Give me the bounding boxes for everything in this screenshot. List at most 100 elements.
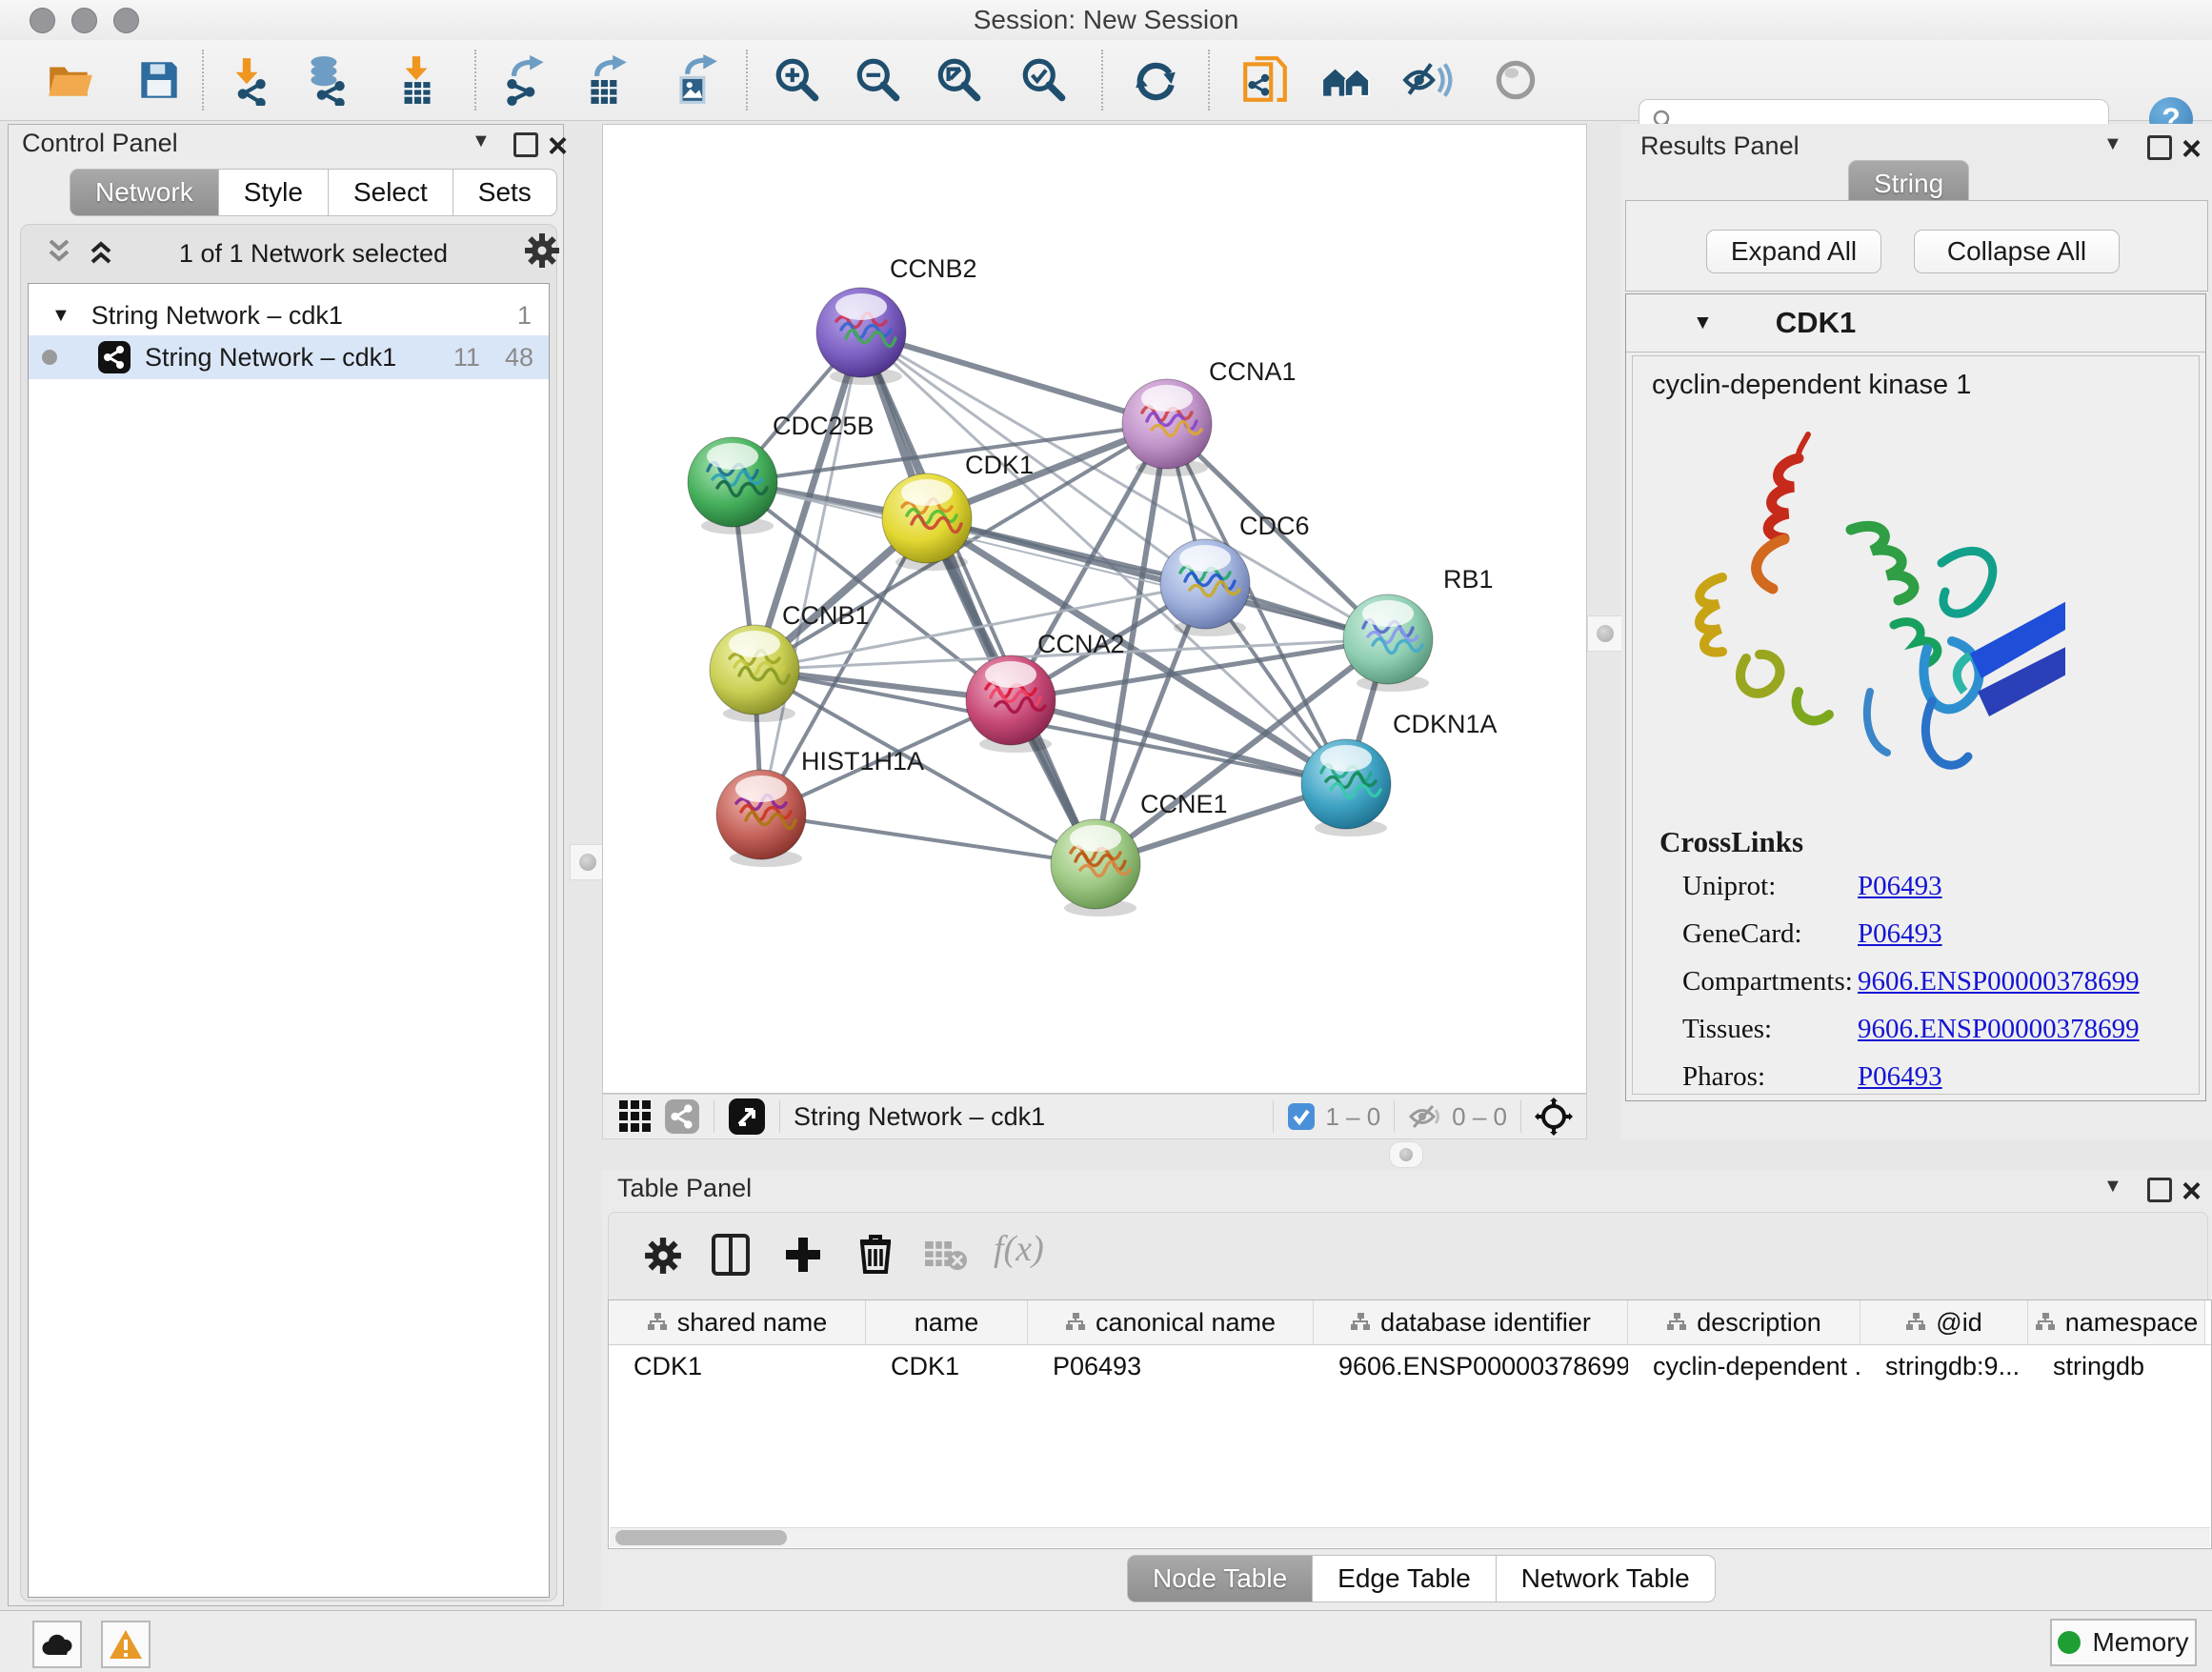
left-splitter-handle[interactable] [570, 844, 606, 880]
column-header-database-identifier[interactable]: database identifier [1314, 1300, 1628, 1344]
expand-all-chevron-icon[interactable] [85, 233, 117, 270]
table-cell[interactable]: 9606.ENSP00000378699 [1314, 1345, 1628, 1387]
table-toolbar: f(x) [608, 1212, 2208, 1301]
column-header-namespace[interactable]: namespace [2028, 1300, 2205, 1344]
show-columns-icon[interactable] [712, 1234, 750, 1276]
houses-icon[interactable] [1318, 51, 1374, 109]
crosslink-label: GeneCard: [1682, 918, 1858, 950]
clone-network-icon[interactable] [1237, 51, 1293, 109]
panel-close-icon[interactable]: × [548, 136, 568, 155]
panel-float-icon[interactable] [2147, 1178, 2172, 1202]
table-cell[interactable]: stringdb [2028, 1345, 2205, 1387]
expand-all-button[interactable]: Expand All [1706, 230, 1881, 273]
network-row-label: String Network – cdk1 [145, 343, 396, 373]
network-view-canvas[interactable]: CCNB2CCNA1CDC25BCDK1CDC6RB1CCNB1CCNA2CDK… [602, 124, 1587, 1094]
column-header-label: canonical name [1096, 1308, 1276, 1338]
collection-expand-icon[interactable]: ▼ [51, 305, 70, 327]
column-header--id[interactable]: @id [1860, 1300, 2028, 1344]
network-row-selected[interactable]: String Network – cdk1 11 48 [29, 335, 549, 379]
refresh-icon[interactable] [1128, 51, 1183, 109]
crosslink-value-link[interactable]: P06493 [1858, 1061, 1942, 1093]
tab-select[interactable]: Select [329, 169, 453, 216]
gear-icon[interactable] [523, 232, 561, 270]
column-header-shared-name[interactable]: shared name [609, 1300, 866, 1344]
cloud-button[interactable] [32, 1621, 82, 1668]
crosslink-row: GeneCard:P06493 [1682, 918, 2178, 950]
export-table-icon[interactable] [579, 51, 634, 109]
table-horizontal-scrollbar[interactable] [610, 1527, 2210, 1547]
collapse-all-button[interactable]: Collapse All [1914, 230, 2120, 273]
tab-style[interactable]: Style [219, 169, 329, 216]
zoom-fit-icon[interactable] [932, 51, 987, 109]
birdseye-grid-icon[interactable] [618, 1099, 653, 1134]
table-cell[interactable]: CDK1 [866, 1345, 1028, 1387]
crosslink-value-link[interactable]: 9606.ENSP00000378699 [1858, 1014, 2140, 1045]
memory-button[interactable]: Memory [2050, 1619, 2197, 1666]
table-row[interactable]: CDK1CDK1P064939606.ENSP00000378699cyclin… [609, 1345, 2211, 1387]
import-table-icon[interactable] [389, 51, 444, 109]
table-gear-icon[interactable] [643, 1236, 683, 1276]
panel-float-icon[interactable] [513, 132, 538, 157]
toolbar-divider [1208, 50, 1210, 111]
tab-network[interactable]: Network [70, 169, 219, 216]
hidden-eye-icon[interactable] [1408, 1102, 1442, 1131]
network-node-CDKN1A[interactable]: CDKN1A [1301, 710, 1498, 836]
zoom-out-icon[interactable] [851, 51, 906, 109]
panel-float-icon[interactable] [2147, 135, 2172, 160]
network-node-RB1[interactable]: RB1 [1343, 565, 1494, 692]
right-splitter-handle[interactable] [1587, 615, 1623, 652]
panel-menu-icon[interactable]: ▼ [2103, 133, 2122, 155]
column-header-canonical-name[interactable]: canonical name [1028, 1300, 1314, 1344]
share-view-icon[interactable] [664, 1098, 700, 1135]
table-cell[interactable]: stringdb:9... [1860, 1345, 2028, 1387]
node-table: shared namename canonical name database id… [608, 1299, 2212, 1549]
table-cell[interactable]: P06493 [1028, 1345, 1314, 1387]
network-node-CCNA1[interactable]: CCNA1 [1122, 357, 1297, 476]
zoom-selected-icon[interactable] [1016, 51, 1072, 109]
network-node-CCNE1[interactable]: CCNE1 [1051, 790, 1228, 917]
scrollbar-thumb[interactable] [615, 1530, 787, 1545]
crosslink-value-link[interactable]: P06493 [1858, 871, 1942, 902]
open-session-icon[interactable] [43, 51, 98, 109]
import-network-file-icon[interactable] [219, 51, 274, 109]
column-header-description[interactable]: description [1628, 1300, 1860, 1344]
panel-close-icon[interactable]: × [2182, 139, 2202, 158]
tab-network-table[interactable]: Network Table [1497, 1555, 1716, 1602]
network-collection-row[interactable]: ▼ String Network – cdk1 1 [29, 295, 549, 335]
network-edge-CDK1-RB1[interactable] [927, 518, 1388, 639]
footer-divider [779, 1100, 780, 1133]
bottom-splitter-handle[interactable] [1389, 1141, 1423, 1168]
crosslink-value-link[interactable]: 9606.ENSP00000378699 [1858, 966, 2140, 997]
panel-menu-icon[interactable]: ▼ [2103, 1176, 2122, 1198]
column-header-name[interactable]: name [866, 1300, 1028, 1344]
tab-sets[interactable]: Sets [453, 169, 557, 216]
network-edge-HIST1H1A-CCNE1[interactable] [761, 815, 1096, 864]
eye-slash-icon[interactable] [1399, 51, 1455, 109]
tab-node-table[interactable]: Node Table [1127, 1555, 1313, 1602]
protein-card-header[interactable]: ▼ CDK1 [1626, 294, 2205, 353]
warnings-button[interactable] [101, 1621, 151, 1668]
tab-edge-table[interactable]: Edge Table [1313, 1555, 1497, 1602]
export-image-icon[interactable] [668, 51, 723, 109]
selected-checkbox-icon[interactable] [1287, 1102, 1316, 1131]
detach-view-icon[interactable] [728, 1098, 766, 1136]
collapse-section-icon[interactable]: ▼ [1693, 312, 1713, 334]
table-cell[interactable]: CDK1 [609, 1345, 866, 1387]
network-node-CDC25B[interactable]: CDC25B [688, 412, 875, 534]
add-column-icon[interactable] [782, 1234, 824, 1276]
crosslink-value-link[interactable]: P06493 [1858, 918, 1942, 950]
collapse-all-chevron-icon[interactable] [43, 233, 75, 270]
protein-result-card: ▼ CDK1 cyclin-dependent kinase 1 [1625, 293, 2206, 1101]
export-network-icon[interactable] [498, 51, 553, 109]
network-edge-CCNB2-CCNA1[interactable] [861, 332, 1167, 424]
crosshair-icon[interactable] [1535, 1098, 1573, 1136]
network-node-HIST1H1A[interactable]: HIST1H1A [716, 747, 924, 867]
network-node-CDC6[interactable]: CDC6 [1160, 512, 1310, 636]
import-network-database-icon[interactable] [298, 51, 353, 109]
delete-column-trash-icon[interactable] [855, 1232, 896, 1276]
table-cell[interactable]: cyclin-dependent ... [1628, 1345, 1860, 1387]
save-session-icon[interactable] [131, 51, 187, 109]
zoom-in-icon[interactable] [770, 51, 825, 109]
panel-menu-icon[interactable]: ▼ [472, 131, 491, 152]
panel-close-icon[interactable]: × [2182, 1181, 2202, 1200]
